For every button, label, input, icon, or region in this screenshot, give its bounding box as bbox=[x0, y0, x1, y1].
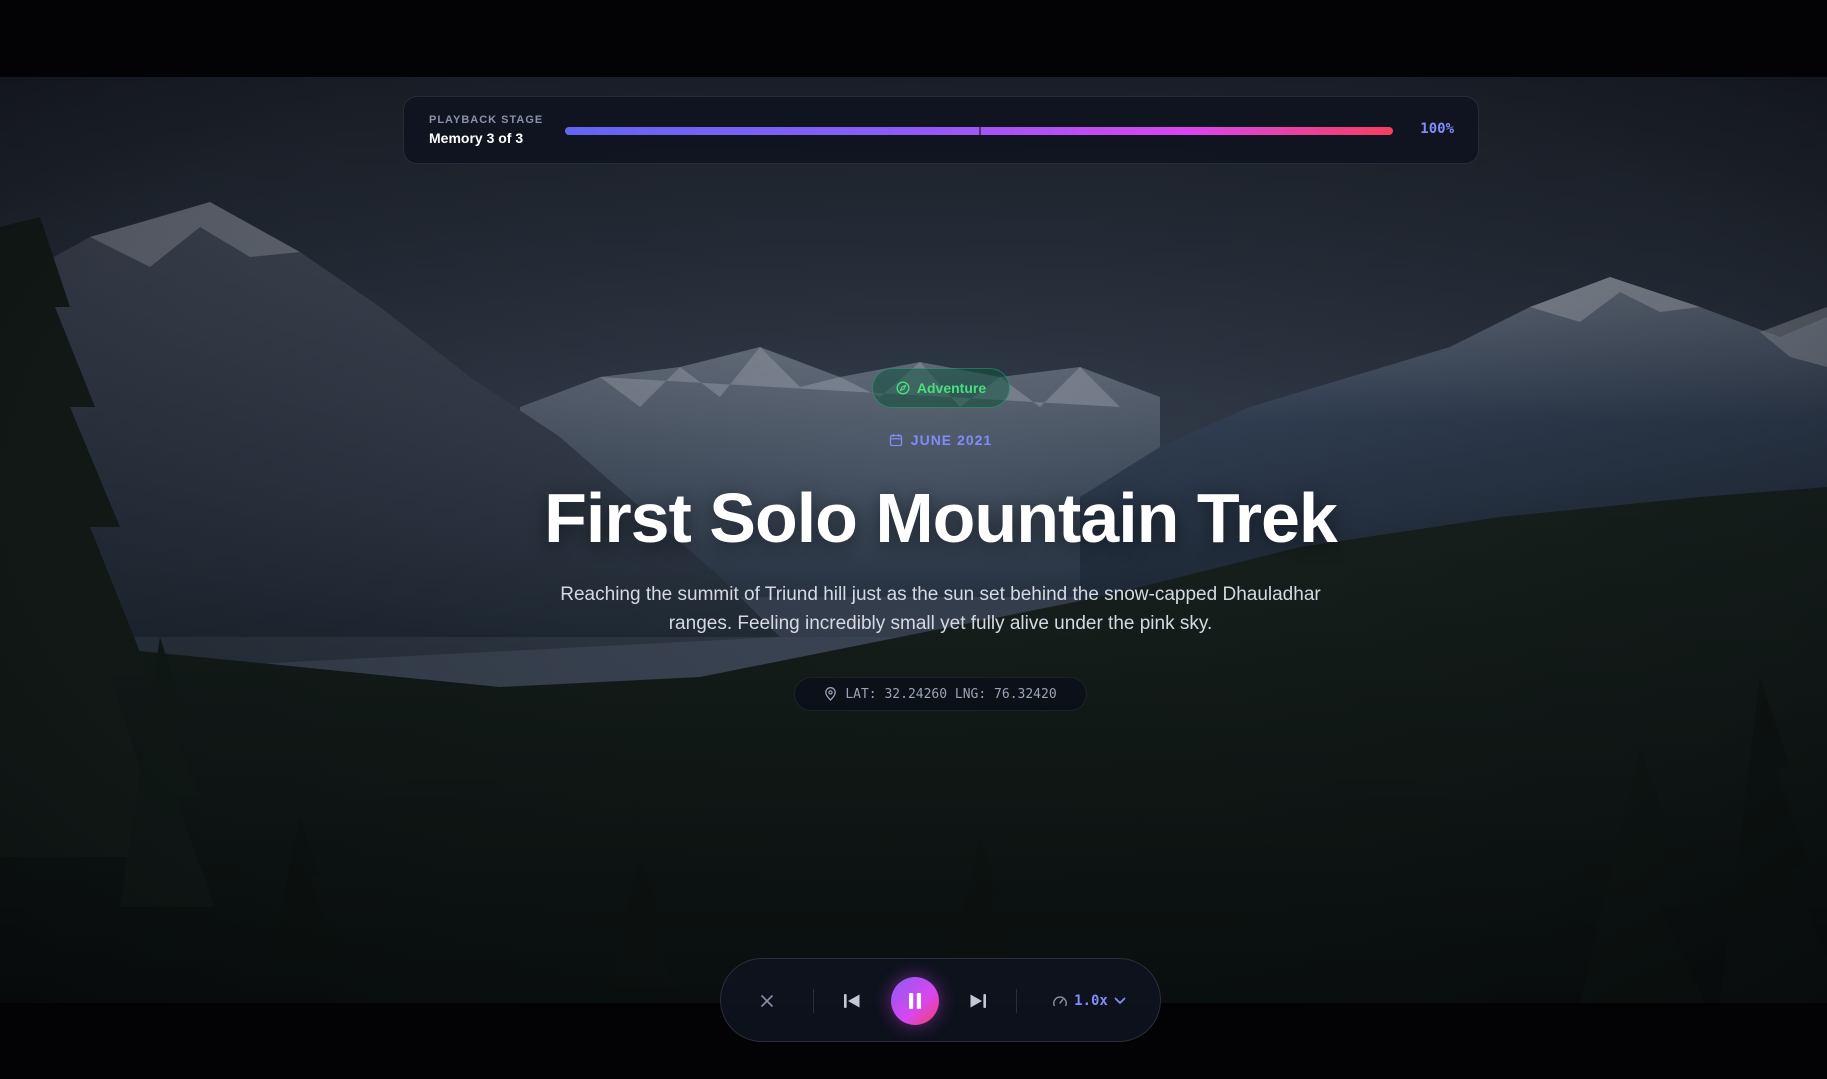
coordinates-label: LAT: 32.24260 LNG: 76.32420 bbox=[845, 686, 1057, 702]
gauge-icon bbox=[1053, 996, 1068, 1007]
pause-button[interactable] bbox=[891, 977, 939, 1025]
playback-stage-label: PLAYBACK STAGE bbox=[429, 114, 544, 126]
playback-speed-value: 1.0x bbox=[1074, 993, 1108, 1009]
coordinates-badge: LAT: 32.24260 LNG: 76.32420 bbox=[794, 677, 1087, 711]
skip-back-icon bbox=[844, 994, 860, 1008]
close-button[interactable] bbox=[751, 985, 783, 1017]
playback-controls: 1.0x bbox=[720, 958, 1161, 1042]
progress-segment-divider bbox=[979, 127, 981, 135]
controls-divider bbox=[1016, 989, 1017, 1013]
playback-progress-panel: PLAYBACK STAGE Memory 3 of 3 100% bbox=[403, 96, 1479, 164]
next-button[interactable] bbox=[962, 985, 994, 1017]
memory-title: First Solo Mountain Trek bbox=[544, 479, 1338, 557]
playback-percent: 100% bbox=[1420, 121, 1454, 137]
category-label: Adventure bbox=[916, 380, 987, 396]
playback-progress-track[interactable] bbox=[565, 127, 1393, 135]
memory-date: JUNE 2021 bbox=[0, 432, 1827, 448]
previous-button[interactable] bbox=[836, 985, 868, 1017]
category-badge: Adventure bbox=[872, 368, 1010, 408]
chevron-down-icon bbox=[1114, 997, 1126, 1004]
map-pin-icon bbox=[825, 687, 837, 701]
memory-date-label: JUNE 2021 bbox=[910, 432, 993, 448]
compass-icon bbox=[896, 381, 910, 395]
skip-forward-icon bbox=[970, 994, 986, 1008]
playback-speed-dropdown[interactable]: 1.0x bbox=[1044, 985, 1134, 1017]
pause-icon bbox=[909, 993, 921, 1009]
playback-stage-value: Memory 3 of 3 bbox=[429, 130, 524, 146]
close-icon bbox=[761, 995, 773, 1007]
calendar-icon bbox=[889, 434, 902, 447]
controls-divider bbox=[813, 989, 814, 1013]
memory-description: Reaching the summit of Triund hill just … bbox=[560, 584, 1321, 634]
